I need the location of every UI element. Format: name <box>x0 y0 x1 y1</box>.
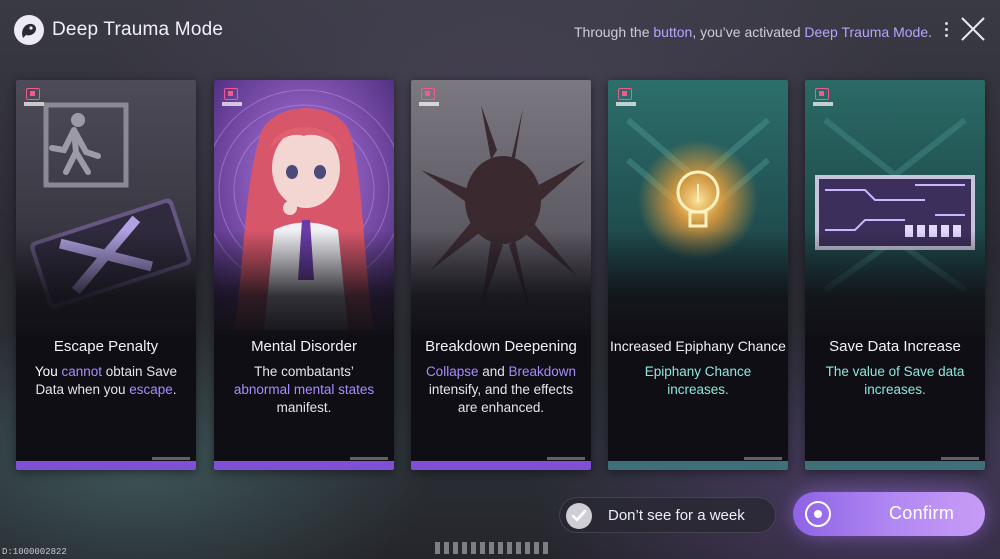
card-accent-bar <box>608 461 788 470</box>
notice-suffix: . <box>928 24 932 40</box>
card-accent-bar <box>16 461 196 470</box>
card-breakdown-deepening: Breakdown Deepening Collapse and Breakdo… <box>411 80 591 470</box>
card-accent-bar <box>805 461 985 470</box>
notice-button-word: button <box>653 24 693 40</box>
desc-highlight: cannot <box>61 364 103 379</box>
close-icon <box>961 17 985 41</box>
logo-icon <box>14 15 44 45</box>
desc-text: and <box>478 364 509 379</box>
card-footer-mark <box>152 457 190 460</box>
card-accent-bar <box>411 461 591 470</box>
badge-caption-glyph <box>222 102 242 106</box>
notice-mode-name: Deep Trauma Mode <box>804 24 929 40</box>
card-description: Epiphany Chance increases. <box>620 363 776 399</box>
confirm-label: Confirm <box>889 503 955 523</box>
card-mental-disorder: Mental Disorder The combatants’ abnormal… <box>214 80 394 470</box>
badge-caption-glyph <box>419 102 439 106</box>
logo-glyph <box>22 23 36 38</box>
card-title: Breakdown Deepening <box>425 338 577 355</box>
card-description: The combatants’ abnormal mental states m… <box>226 363 382 417</box>
dont-show-week-toggle[interactable]: Don’t see for a week <box>559 497 776 533</box>
desc-text: manifest. <box>276 400 332 415</box>
card-escape-penalty: Escape Penalty You cannot obtain Save Da… <box>16 80 196 470</box>
checkbox-icon[interactable] <box>566 503 592 529</box>
card-title: Mental Disorder <box>251 338 357 355</box>
confirm-ring-icon <box>805 501 831 527</box>
desc-highlight: Collapse <box>425 364 479 379</box>
card-title: Escape Penalty <box>53 338 159 355</box>
card-footer-mark <box>941 457 979 460</box>
desc-text: You <box>34 364 62 379</box>
desc-text: . <box>172 382 177 397</box>
dont-show-week-label: Don’t see for a week <box>608 507 745 524</box>
checkmark-icon <box>571 509 587 522</box>
page-title: Deep Trauma Mode <box>52 19 224 40</box>
desc-highlight: abnormal mental states <box>233 382 375 397</box>
badge-icon <box>224 88 238 100</box>
desc-text: intensify, and the effects are enhanced. <box>428 382 574 415</box>
card-footer-mark <box>547 457 585 460</box>
badge-icon <box>421 88 435 100</box>
confirm-button[interactable]: Confirm <box>793 492 985 536</box>
modifier-cards: Escape Penalty You cannot obtain Save Da… <box>16 80 988 470</box>
mode-notice: Through the button, you’ve activated Dee… <box>574 24 932 40</box>
build-id: D:1000002822 <box>2 547 67 557</box>
art-fade <box>411 230 591 340</box>
badge-icon <box>26 88 40 100</box>
art-fade <box>214 230 394 340</box>
desc-highlight: escape <box>129 382 173 397</box>
desc-text: The combatants’ <box>254 364 354 379</box>
card-description: You cannot obtain Save Data when you esc… <box>28 363 184 399</box>
badge-icon <box>815 88 829 100</box>
art-fade <box>805 230 985 340</box>
badge-icon <box>618 88 632 100</box>
card-title: Increased Epiphany Chance <box>610 338 786 354</box>
badge-caption-glyph <box>616 102 636 106</box>
card-footer-mark <box>744 457 782 460</box>
notice-prefix: Through the <box>573 24 654 40</box>
card-description: The value of Save data increases. <box>817 363 973 399</box>
card-description: Collapse and Breakdown intensify, and th… <box>423 363 579 417</box>
desc-highlight: Breakdown <box>508 364 577 379</box>
card-accent-bar <box>214 461 394 470</box>
art-fade <box>16 230 196 340</box>
notice-mid: , you’ve activated <box>692 24 805 40</box>
card-save-data-increase: Save Data Increase The value of Save dat… <box>805 80 985 470</box>
badge-caption-glyph <box>24 102 44 106</box>
header: Deep Trauma Mode Through the button, you… <box>0 0 1000 64</box>
desc-text: The value of Save data increases. <box>825 364 965 397</box>
card-increased-epiphany-chance: Increased Epiphany Chance Epiphany Chanc… <box>608 80 788 470</box>
desc-text: Epiphany Chance increases. <box>644 364 752 397</box>
close-button[interactable] <box>958 14 988 44</box>
art-fade <box>608 230 788 340</box>
loading-indicator <box>435 541 565 554</box>
more-icon[interactable] <box>943 22 949 42</box>
card-footer-mark <box>350 457 388 460</box>
card-title: Save Data Increase <box>829 338 961 355</box>
badge-caption-glyph <box>813 102 833 106</box>
